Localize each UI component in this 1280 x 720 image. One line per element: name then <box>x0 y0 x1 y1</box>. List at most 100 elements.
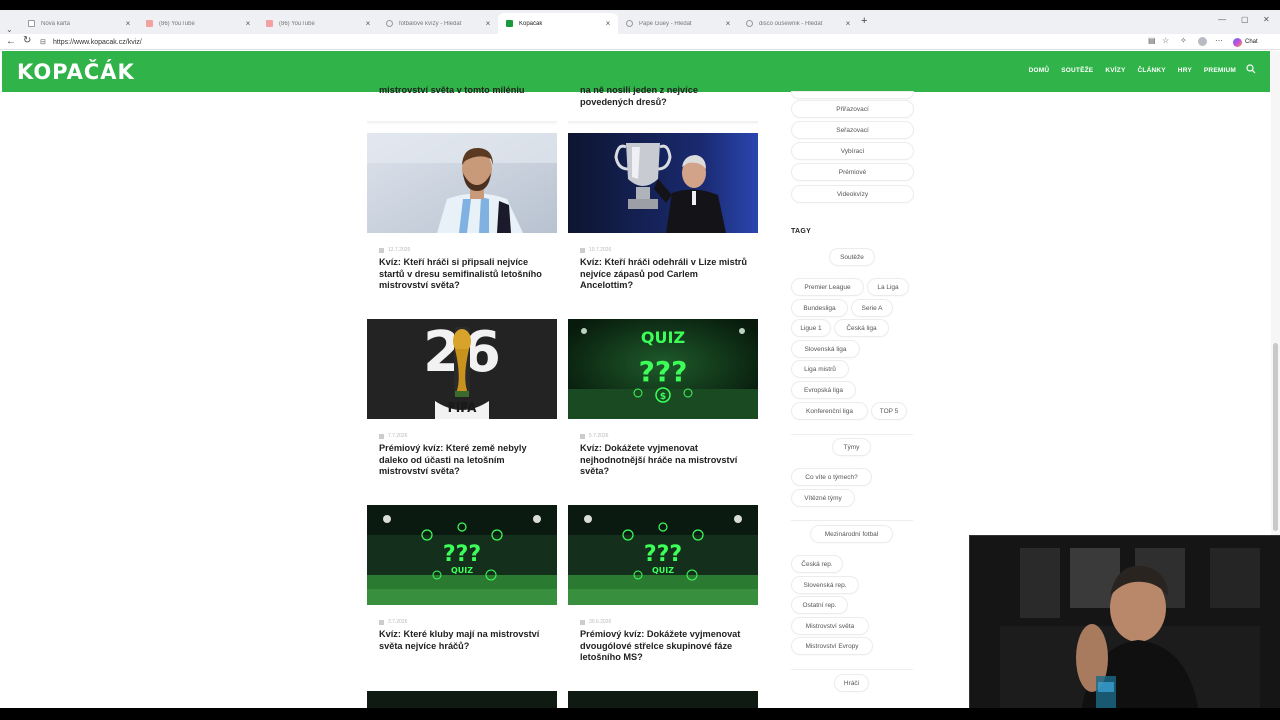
tag-pill[interactable]: Slovenská rep. <box>792 577 858 593</box>
nav-item-souteze[interactable]: SOUTĚŽE <box>1061 67 1093 74</box>
tag-pill[interactable]: Vítězné týmy <box>792 490 854 506</box>
address-bar[interactable]: ⊟ https://www.kopacak.cz/kviz/ <box>40 35 1160 49</box>
tag-pill[interactable]: Slovenská liga <box>792 341 859 357</box>
article-card[interactable]: ??? QUIZ 30.6.2026 Prémiový kvíz: Dokáže… <box>568 505 758 677</box>
article-card[interactable]: 26 FIFA FIFA 7.7.2026 Prémiový kvíz: Kte… <box>367 319 557 491</box>
chat-label: Chat <box>1245 39 1258 45</box>
tab-label: (86) YouTube <box>279 20 315 27</box>
article-card[interactable]: ??? QUIZ 3.7.2026 Kvíz: Které kluby mají… <box>367 505 557 677</box>
tab-close-icon[interactable]: × <box>604 19 612 28</box>
category-pill[interactable]: Vybírací <box>792 143 913 159</box>
article-title[interactable]: Kvíz: Kteří hráči si připsali nejvíce st… <box>379 257 547 292</box>
article-title[interactable]: Kvíz: Kteří hráči odehráli v Lize mistrů… <box>580 257 748 292</box>
scrollbar-thumb[interactable] <box>1273 343 1278 531</box>
article-thumbnail-partial[interactable] <box>367 691 557 708</box>
quiz-neon-text: QUIZ <box>641 328 685 347</box>
article-thumbnail[interactable]: ??? QUIZ <box>568 505 758 605</box>
tag-group-title[interactable]: Hráči <box>835 675 868 691</box>
tab-close-icon[interactable]: × <box>484 19 492 28</box>
article-title-partial[interactable]: povedených dresů? <box>580 97 750 109</box>
maximize-icon[interactable]: ▢ <box>1241 15 1249 24</box>
browser-tab[interactable]: Pape Guey - Hledat × <box>618 13 738 34</box>
nav-item-domu[interactable]: DOMŮ <box>1029 67 1050 74</box>
chat-button[interactable]: Chat <box>1233 36 1258 48</box>
browser-tab[interactable]: (86) YouTube × <box>138 13 258 34</box>
profile-avatar[interactable] <box>1198 37 1207 46</box>
reload-icon[interactable]: ↻ <box>23 35 31 46</box>
browser-tab[interactable]: Nová karta × <box>20 13 138 34</box>
tab-close-icon[interactable]: × <box>844 19 852 28</box>
tag-group-divider <box>791 669 913 670</box>
category-pill[interactable]: Videokvízy <box>792 186 913 202</box>
article-title[interactable]: Prémiový kvíz: Dokážete vyjmenovat dvoug… <box>580 629 748 664</box>
article-card[interactable]: 10.7.2026 Kvíz: Kteří hráči odehráli v L… <box>568 133 758 305</box>
tab-close-icon[interactable]: × <box>364 19 372 28</box>
extensions-icon[interactable]: ✧ <box>1180 36 1187 45</box>
tag-group-title[interactable]: Mezinárodní fotbal <box>811 526 892 542</box>
article-thumbnail[interactable]: 26 FIFA FIFA <box>367 319 557 419</box>
search-favicon-icon <box>746 20 753 27</box>
tab-close-icon[interactable]: × <box>244 19 252 28</box>
tag-pill[interactable]: Česká rep. <box>792 556 842 572</box>
nav-item-hry[interactable]: HRY <box>1178 67 1192 74</box>
quiz-stadium-image: ??? QUIZ <box>367 505 557 605</box>
trophy-photo <box>568 133 758 233</box>
new-tab-plus-icon[interactable]: + <box>861 15 867 27</box>
tag-pill[interactable]: Ligue 1 <box>792 320 830 336</box>
category-pill[interactable]: Seřazovací <box>792 122 913 138</box>
browser-tab[interactable]: fotbalové kvízy - Hledat × <box>378 13 498 34</box>
search-icon[interactable] <box>1246 64 1256 74</box>
tag-pill[interactable]: Konferenční liga <box>792 403 867 419</box>
date-text: 5.7.2026 <box>589 433 609 439</box>
article-thumbnail-partial[interactable] <box>568 691 758 708</box>
site-logo[interactable]: KOPAČÁK <box>17 60 135 84</box>
browser-tab[interactable]: (86) YouTube × <box>258 13 378 34</box>
nav-item-premium[interactable]: PREMIUM <box>1204 67 1236 74</box>
article-title[interactable]: Kvíz: Které kluby mají na mistrovství sv… <box>379 629 547 652</box>
tag-pill[interactable]: Ostatní rep. <box>792 597 847 613</box>
tag-pill[interactable]: Bundesliga <box>792 300 847 316</box>
article-thumbnail[interactable]: QUIZ ??? $ <box>568 319 758 419</box>
favorite-star-icon[interactable]: ☆ <box>1162 36 1169 45</box>
article-thumbnail[interactable]: ??? QUIZ <box>367 505 557 605</box>
more-menu-icon[interactable]: ⋯ <box>1215 36 1223 45</box>
tag-pill[interactable]: Liga mistrů <box>792 361 848 377</box>
article-title-partial[interactable]: mistrovství světa v tomto miléniu <box>379 85 549 97</box>
back-arrow-icon[interactable]: ← <box>6 36 16 47</box>
reader-view-icon[interactable]: ▤ <box>1148 36 1156 45</box>
browser-tab[interactable]: disco oušewnik - Hledat × <box>738 13 858 34</box>
tag-pill[interactable]: Premier League <box>792 279 863 295</box>
tag-pill[interactable]: Evropská liga <box>792 382 855 398</box>
tag-pill[interactable]: Česká liga <box>835 320 888 336</box>
browser-toolbar: ← ↻ ⊟ https://www.kopacak.cz/kviz/ ▤ ☆ ✧… <box>0 34 1280 50</box>
tag-pill[interactable]: Mistrovství Evropy <box>792 638 872 654</box>
article-title[interactable]: Kvíz: Dokážete vyjmenovat nejhodnotnější… <box>580 443 748 478</box>
article-title-partial[interactable]: na ně nosili jeden z nejvíce <box>580 85 750 97</box>
tag-pill[interactable]: Serie A <box>852 300 892 316</box>
tag-pill[interactable]: Mistrovství světa <box>792 618 868 634</box>
date-text: 30.6.2026 <box>589 619 612 625</box>
article-card[interactable]: QUIZ ??? $ 5.7.2026 Kvíz: Dokážete vyjme… <box>568 319 758 491</box>
nav-item-kvizy[interactable]: KVÍZY <box>1105 67 1125 74</box>
article-thumbnail[interactable] <box>568 133 758 233</box>
tag-pill[interactable]: Co víte o týmech? <box>792 469 871 485</box>
tag-pill[interactable]: TOP 5 <box>872 403 906 419</box>
tab-close-icon[interactable]: × <box>724 19 732 28</box>
article-card[interactable]: 12.7.2026 Kvíz: Kteří hráči si připsali … <box>367 133 557 305</box>
tab-close-icon[interactable]: × <box>124 19 132 28</box>
article-thumbnail[interactable] <box>367 133 557 233</box>
category-pill-partial[interactable] <box>792 92 913 98</box>
tag-group-title[interactable]: Soutěže <box>830 249 874 265</box>
browser-tab-active[interactable]: Kopačák × <box>498 13 618 34</box>
url-text: https://www.kopacak.cz/kviz/ <box>53 38 142 46</box>
minimize-icon[interactable]: — <box>1218 15 1226 24</box>
tag-group-title[interactable]: Týmy <box>833 439 870 455</box>
category-pill[interactable]: Přiřazovací <box>792 101 913 117</box>
category-pill[interactable]: Prémiové <box>792 164 913 180</box>
window-close-icon[interactable]: ✕ <box>1263 15 1270 24</box>
tag-pill[interactable]: La Liga <box>868 279 908 295</box>
article-title[interactable]: Prémiový kvíz: Které země nebyly daleko … <box>379 443 547 478</box>
site-info-icon[interactable]: ⊟ <box>40 38 48 46</box>
nav-item-clanky[interactable]: ČLÁNKY <box>1138 67 1166 74</box>
tab-list-chevron-icon[interactable]: ⌄ <box>6 25 13 34</box>
